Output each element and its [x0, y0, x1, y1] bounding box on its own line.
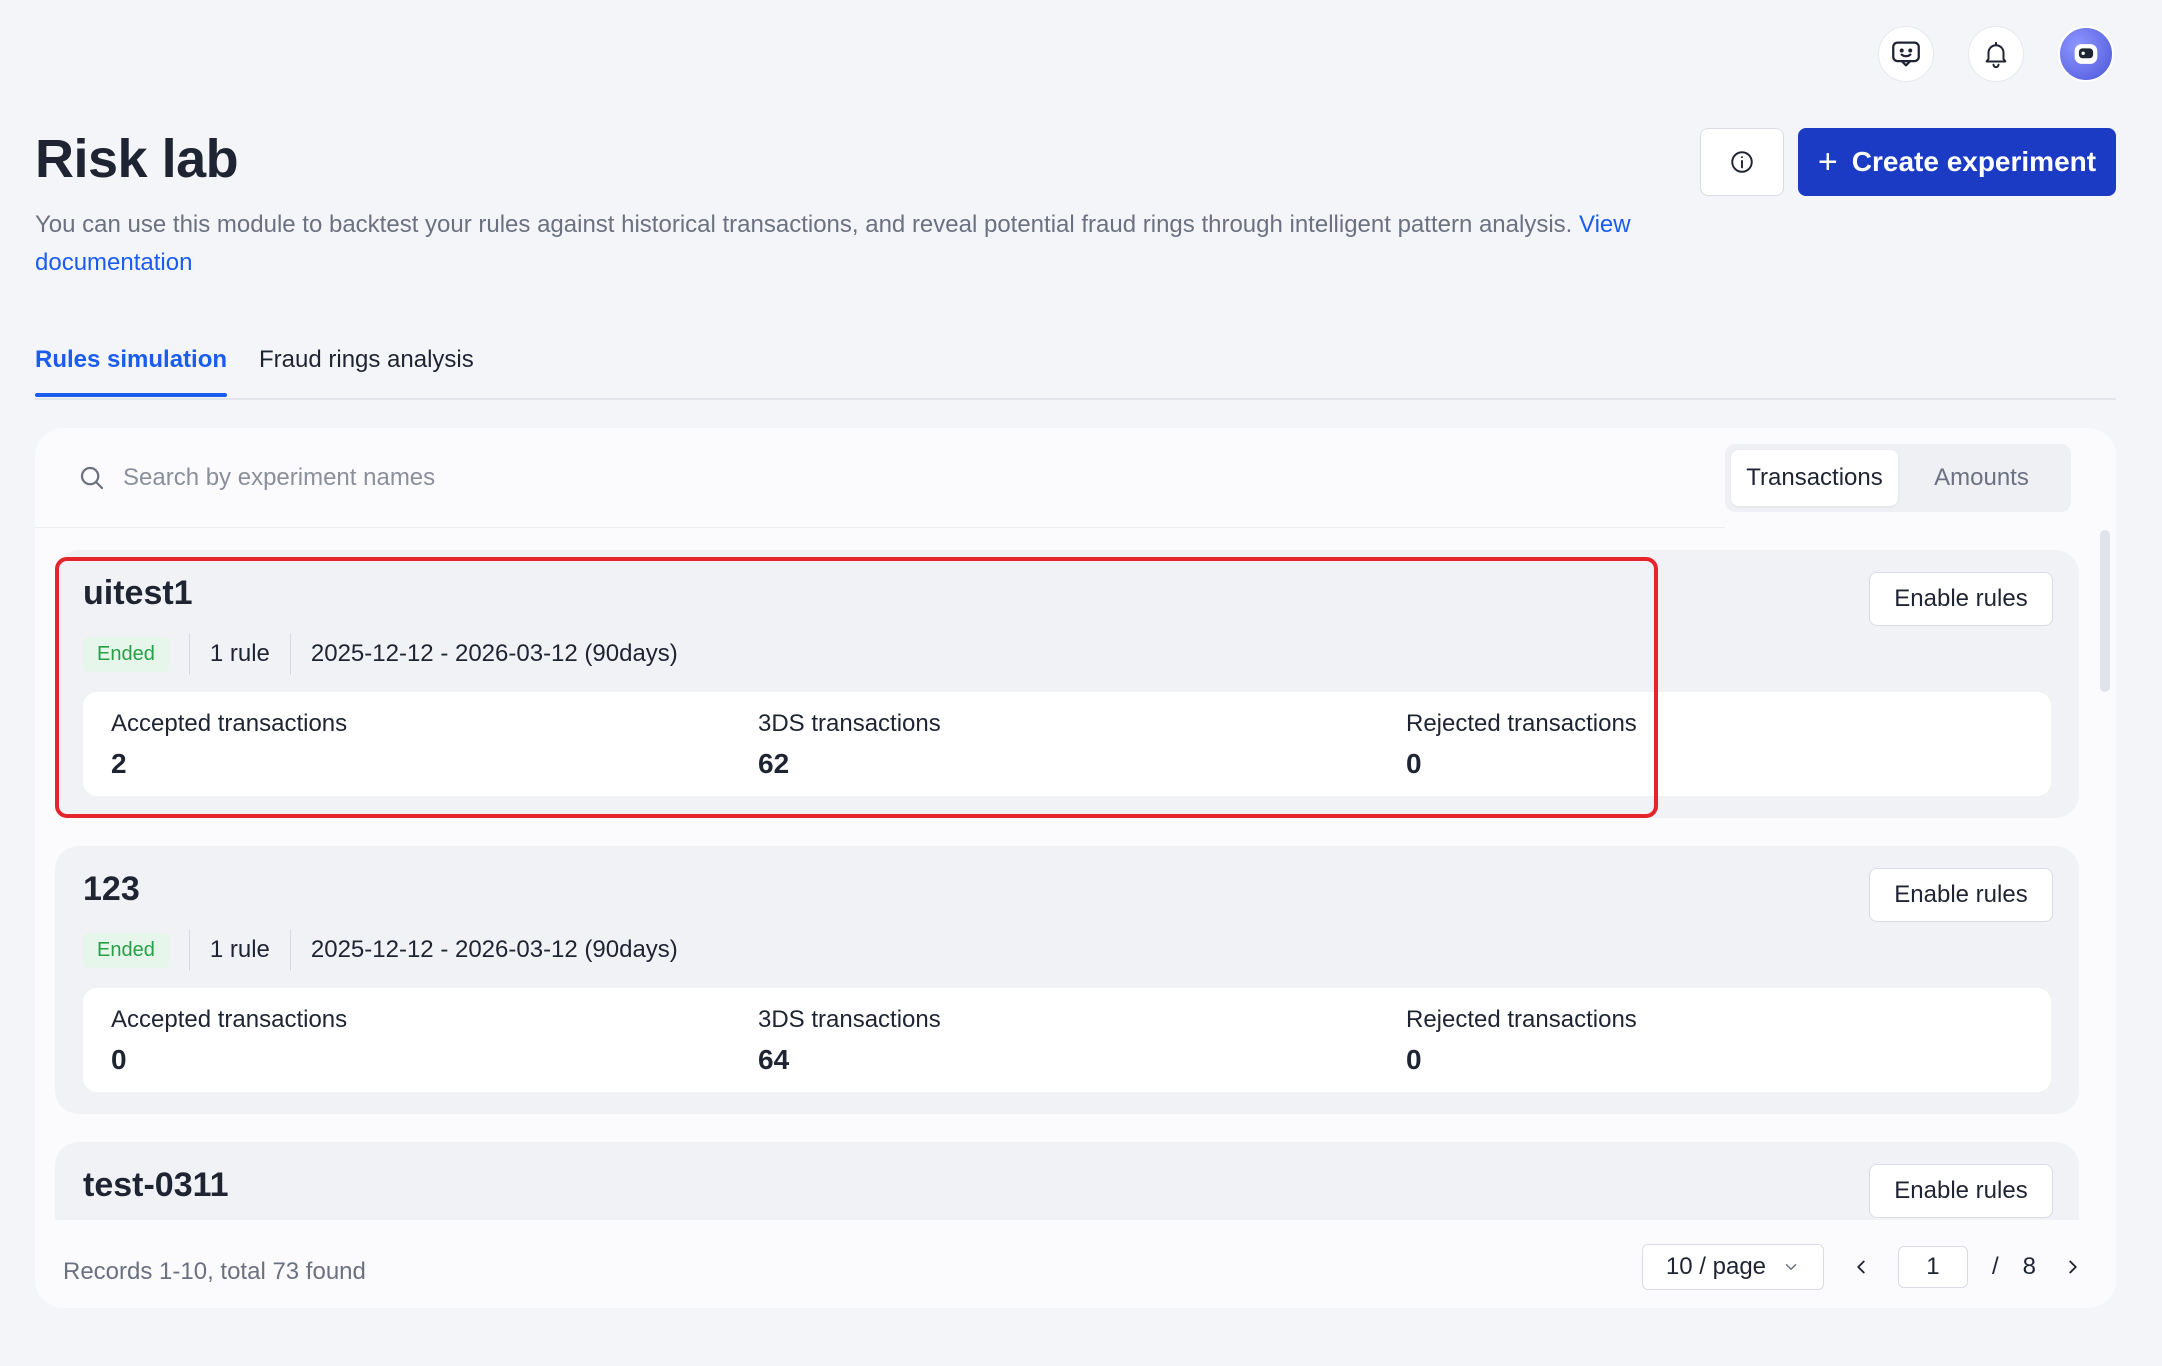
stat-rejected: Rejected transactions 0	[1406, 1006, 1637, 1076]
stat-label: 3DS transactions	[758, 710, 941, 737]
experiment-list: uitest1 Ended 1 rule 2025-12-12 - 2026-0…	[55, 550, 2079, 1220]
tab-fraud-rings-analysis[interactable]: Fraud rings analysis	[259, 346, 474, 374]
chevron-down-icon	[1785, 1264, 1797, 1270]
list-scrollbar[interactable]	[2100, 530, 2110, 692]
tab-bar: Rules simulation Fraud rings analysis	[35, 336, 2116, 400]
info-button[interactable]	[1700, 128, 1784, 196]
experiment-card[interactable]: uitest1 Ended 1 rule 2025-12-12 - 2026-0…	[55, 550, 2079, 818]
experiment-meta: Ended 1 rule 2025-12-12 - 2026-03-12 (90…	[83, 928, 678, 972]
toggle-transactions[interactable]: Transactions	[1731, 450, 1898, 506]
stat-value: 0	[1406, 1044, 1422, 1075]
stat-value: 2	[111, 748, 127, 779]
page-title: Risk lab	[35, 129, 239, 189]
total-pages: 8	[2022, 1253, 2036, 1280]
feedback-button[interactable]	[1878, 26, 1934, 82]
pager: 10 / page 1 / 8	[1641, 1244, 2086, 1290]
plus-icon: +	[1817, 143, 1838, 181]
prev-page-button[interactable]	[1848, 1254, 1874, 1280]
page-description: You can use this module to backtest your…	[35, 206, 1655, 282]
experiment-name: test-0311	[83, 1166, 229, 1204]
search-input[interactable]: Search by experiment names	[123, 464, 435, 492]
enable-rules-button[interactable]: Enable rules	[1869, 1164, 2053, 1218]
stat-label: Accepted transactions	[111, 710, 348, 737]
status-badge: Ended	[83, 932, 169, 968]
status-badge: Ended	[83, 636, 169, 672]
search-bar[interactable]: Search by experiment names	[35, 428, 1725, 528]
next-page-button[interactable]	[2060, 1254, 2086, 1280]
experiment-card[interactable]: 123 Ended 1 rule 2025-12-12 - 2026-03-12…	[55, 846, 2079, 1114]
bell-icon	[1985, 41, 2007, 69]
divider	[289, 929, 291, 971]
stat-label: Rejected transactions	[1406, 710, 1637, 737]
experiment-name: 123	[83, 870, 140, 908]
stat-label: Rejected transactions	[1406, 1006, 1637, 1033]
page-size-value: 10 / page	[1665, 1253, 1767, 1280]
stat-label: 3DS transactions	[758, 1006, 941, 1033]
tab-rules-simulation[interactable]: Rules simulation	[35, 346, 228, 397]
metric-toggle: Transactions Amounts	[1725, 444, 2071, 512]
page-size-select[interactable]: 10 / page	[1641, 1244, 1824, 1290]
experiments-panel: Search by experiment names Transactions …	[35, 428, 2116, 1308]
enable-rules-button[interactable]: Enable rules	[1869, 868, 2053, 922]
divider	[188, 929, 190, 971]
experiment-name: uitest1	[83, 574, 193, 612]
records-summary: Records 1-10, total 73 found	[63, 1258, 366, 1285]
stat-rejected: Rejected transactions 0	[1406, 710, 1637, 780]
enable-rules-button[interactable]: Enable rules	[1869, 572, 2053, 626]
divider	[289, 633, 291, 675]
chevron-left-icon	[1857, 1260, 1865, 1274]
stat-accepted: Accepted transactions 0	[111, 1006, 347, 1076]
experiment-meta: Ended 1 rule 2025-12-12 - 2026-03-12 (90…	[83, 632, 678, 676]
rule-count: 1 rule	[209, 640, 270, 667]
top-bar	[1878, 26, 2114, 82]
page-separator: /	[1991, 1253, 1999, 1280]
stat-value: 64	[758, 1044, 790, 1075]
stats-box: Accepted transactions 2 3DS transactions…	[83, 692, 2051, 796]
info-icon	[1731, 151, 1753, 173]
chat-smile-icon	[1892, 41, 1920, 67]
create-experiment-button[interactable]: + Create experiment	[1798, 128, 2116, 196]
date-range: 2025-12-12 - 2026-03-12 (90days)	[310, 640, 678, 667]
stat-value: 0	[1406, 748, 1422, 779]
date-range: 2025-12-12 - 2026-03-12 (90days)	[310, 936, 678, 963]
toggle-amounts[interactable]: Amounts	[1898, 450, 2065, 506]
stats-box: Accepted transactions 0 3DS transactions…	[83, 988, 2051, 1092]
stat-label: Accepted transactions	[111, 1006, 348, 1033]
user-avatar[interactable]	[2058, 26, 2114, 82]
stat-value: 0	[111, 1044, 127, 1075]
rule-count: 1 rule	[209, 936, 270, 963]
robot-avatar-icon	[2074, 44, 2098, 64]
stat-3ds: 3DS transactions 62	[758, 710, 941, 780]
current-page-input[interactable]: 1	[1897, 1246, 1968, 1288]
experiment-card[interactable]: test-0311 Enable rules	[55, 1142, 2079, 1220]
pagination-bar: Records 1-10, total 73 found 10 / page 1…	[35, 1236, 2116, 1308]
stat-value: 62	[758, 748, 790, 779]
create-experiment-label: Create experiment	[1851, 146, 2097, 177]
search-icon	[80, 466, 104, 489]
stat-accepted: Accepted transactions 2	[111, 710, 347, 780]
divider	[188, 633, 190, 675]
chevron-right-icon	[2069, 1260, 2077, 1274]
stat-3ds: 3DS transactions 64	[758, 1006, 941, 1076]
description-text: You can use this module to backtest your…	[35, 211, 1573, 238]
notifications-button[interactable]	[1968, 26, 2024, 82]
